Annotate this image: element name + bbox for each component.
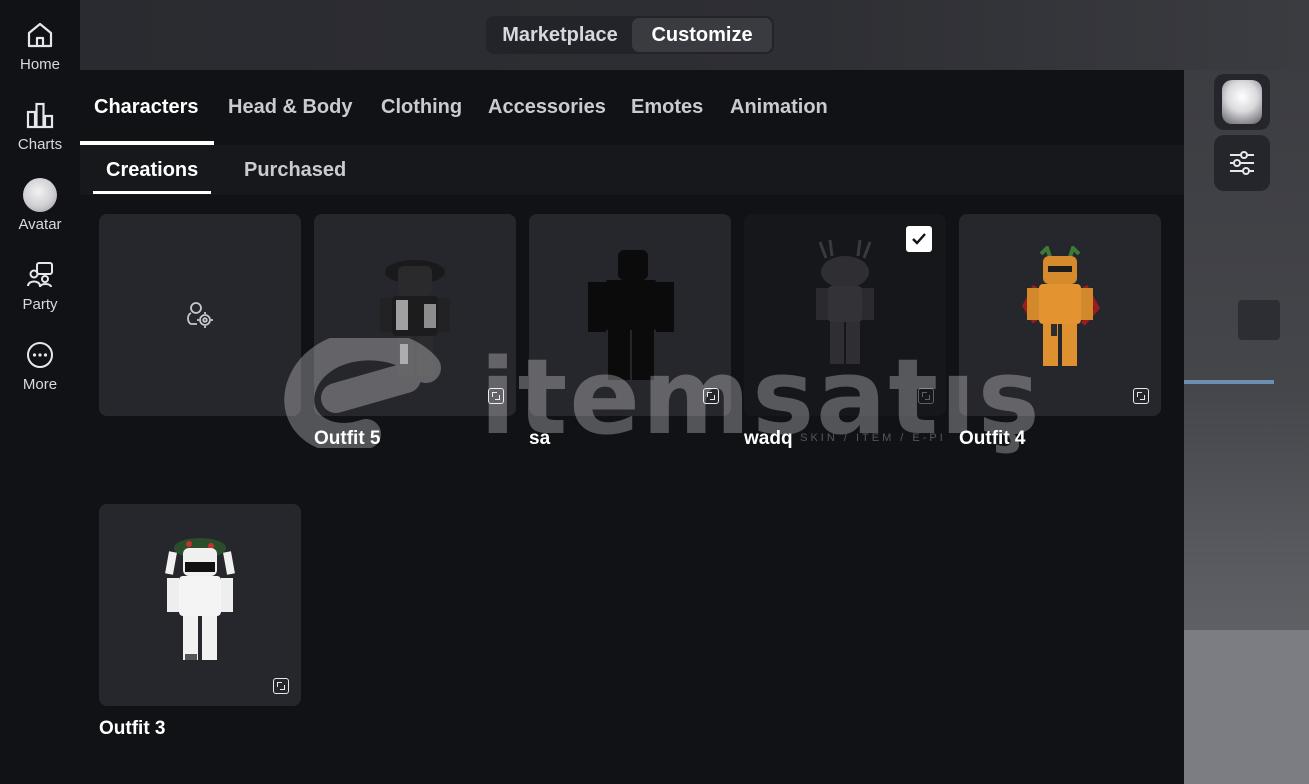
active-subtab-indicator	[93, 191, 211, 194]
avatar-thumbnail	[1222, 80, 1262, 124]
tab-clothing[interactable]: Clothing	[381, 96, 462, 119]
outfit-card[interactable]: Outfit 5	[314, 214, 516, 450]
party-icon	[23, 258, 57, 292]
current-avatar-button[interactable]	[1214, 74, 1270, 130]
card-thumbnail	[314, 214, 516, 416]
outfit-name: sa	[529, 428, 551, 449]
subtab-purchased[interactable]: Purchased	[244, 159, 346, 182]
card-thumbnail	[99, 214, 301, 416]
outfit-card[interactable]: Outfit 4	[959, 214, 1161, 450]
avatar-icon	[23, 178, 57, 212]
app-root: Home Charts Avatar Party More Marketplac…	[0, 0, 1309, 784]
marketplace-customize-switch: Marketplace Customize	[486, 16, 774, 54]
avatar-figure	[816, 239, 874, 364]
create-character-card[interactable]	[99, 214, 301, 416]
character-settings-icon	[187, 302, 213, 328]
card-thumbnail	[959, 214, 1161, 416]
nav-item-party[interactable]: Party	[0, 240, 80, 316]
sliders-icon	[1230, 151, 1254, 175]
expand-icon[interactable]	[273, 678, 289, 694]
tab-animation[interactable]: Animation	[730, 96, 828, 119]
nav-item-label: Party	[22, 296, 58, 313]
nav-item-charts[interactable]: Charts	[0, 80, 80, 156]
outfit-name: wadq	[744, 428, 793, 449]
customize-button[interactable]: Customize	[632, 18, 772, 52]
card-thumbnail	[99, 504, 301, 706]
selected-check-icon	[906, 226, 932, 252]
avatar-settings-button[interactable]	[1214, 135, 1270, 191]
tab-head-body[interactable]: Head & Body	[228, 96, 352, 119]
subcategory-tabs: Creations Purchased	[80, 145, 1184, 195]
marketplace-button[interactable]: Marketplace	[488, 18, 632, 52]
charts-icon	[23, 98, 57, 132]
avatar-figure	[165, 538, 235, 660]
tab-accessories[interactable]: Accessories	[488, 96, 606, 119]
scene-floor	[1184, 630, 1309, 784]
scene-block	[1238, 300, 1280, 340]
nav-item-label: Home	[19, 56, 60, 73]
outfit-name: Outfit 5	[314, 428, 381, 449]
scene-ledge	[1184, 380, 1274, 384]
avatar-figure	[380, 260, 450, 376]
tab-emotes[interactable]: Emotes	[631, 96, 703, 119]
tab-characters[interactable]: Characters	[94, 96, 199, 119]
nav-item-label: Charts	[17, 136, 63, 153]
nav-item-home[interactable]: Home	[0, 0, 80, 76]
card-thumbnail	[529, 214, 731, 416]
avatar-figure	[588, 250, 674, 380]
category-tabs: Characters Head & Body Clothing Accessor…	[80, 70, 1184, 145]
nav-item-label: Avatar	[18, 216, 62, 233]
nav-item-avatar[interactable]: Avatar	[0, 160, 80, 236]
subtab-creations[interactable]: Creations	[106, 159, 198, 182]
avatar-figure	[1022, 246, 1101, 366]
nav-item-more[interactable]: More	[0, 320, 80, 396]
outfit-name: Outfit 3	[99, 718, 166, 739]
outfit-card[interactable]: Outfit 3	[99, 504, 301, 740]
expand-icon[interactable]	[918, 388, 934, 404]
expand-icon[interactable]	[703, 388, 719, 404]
expand-icon[interactable]	[488, 388, 504, 404]
left-nav-rail: Home Charts Avatar Party More	[0, 0, 80, 784]
card-thumbnail	[744, 214, 946, 416]
more-icon	[23, 338, 57, 372]
home-icon	[23, 18, 57, 52]
outfit-card[interactable]: sa	[529, 214, 731, 450]
outfit-card-selected[interactable]: wadq	[744, 214, 946, 450]
expand-icon[interactable]	[1133, 388, 1149, 404]
outfit-name: Outfit 4	[959, 428, 1026, 449]
nav-item-label: More	[22, 376, 58, 393]
